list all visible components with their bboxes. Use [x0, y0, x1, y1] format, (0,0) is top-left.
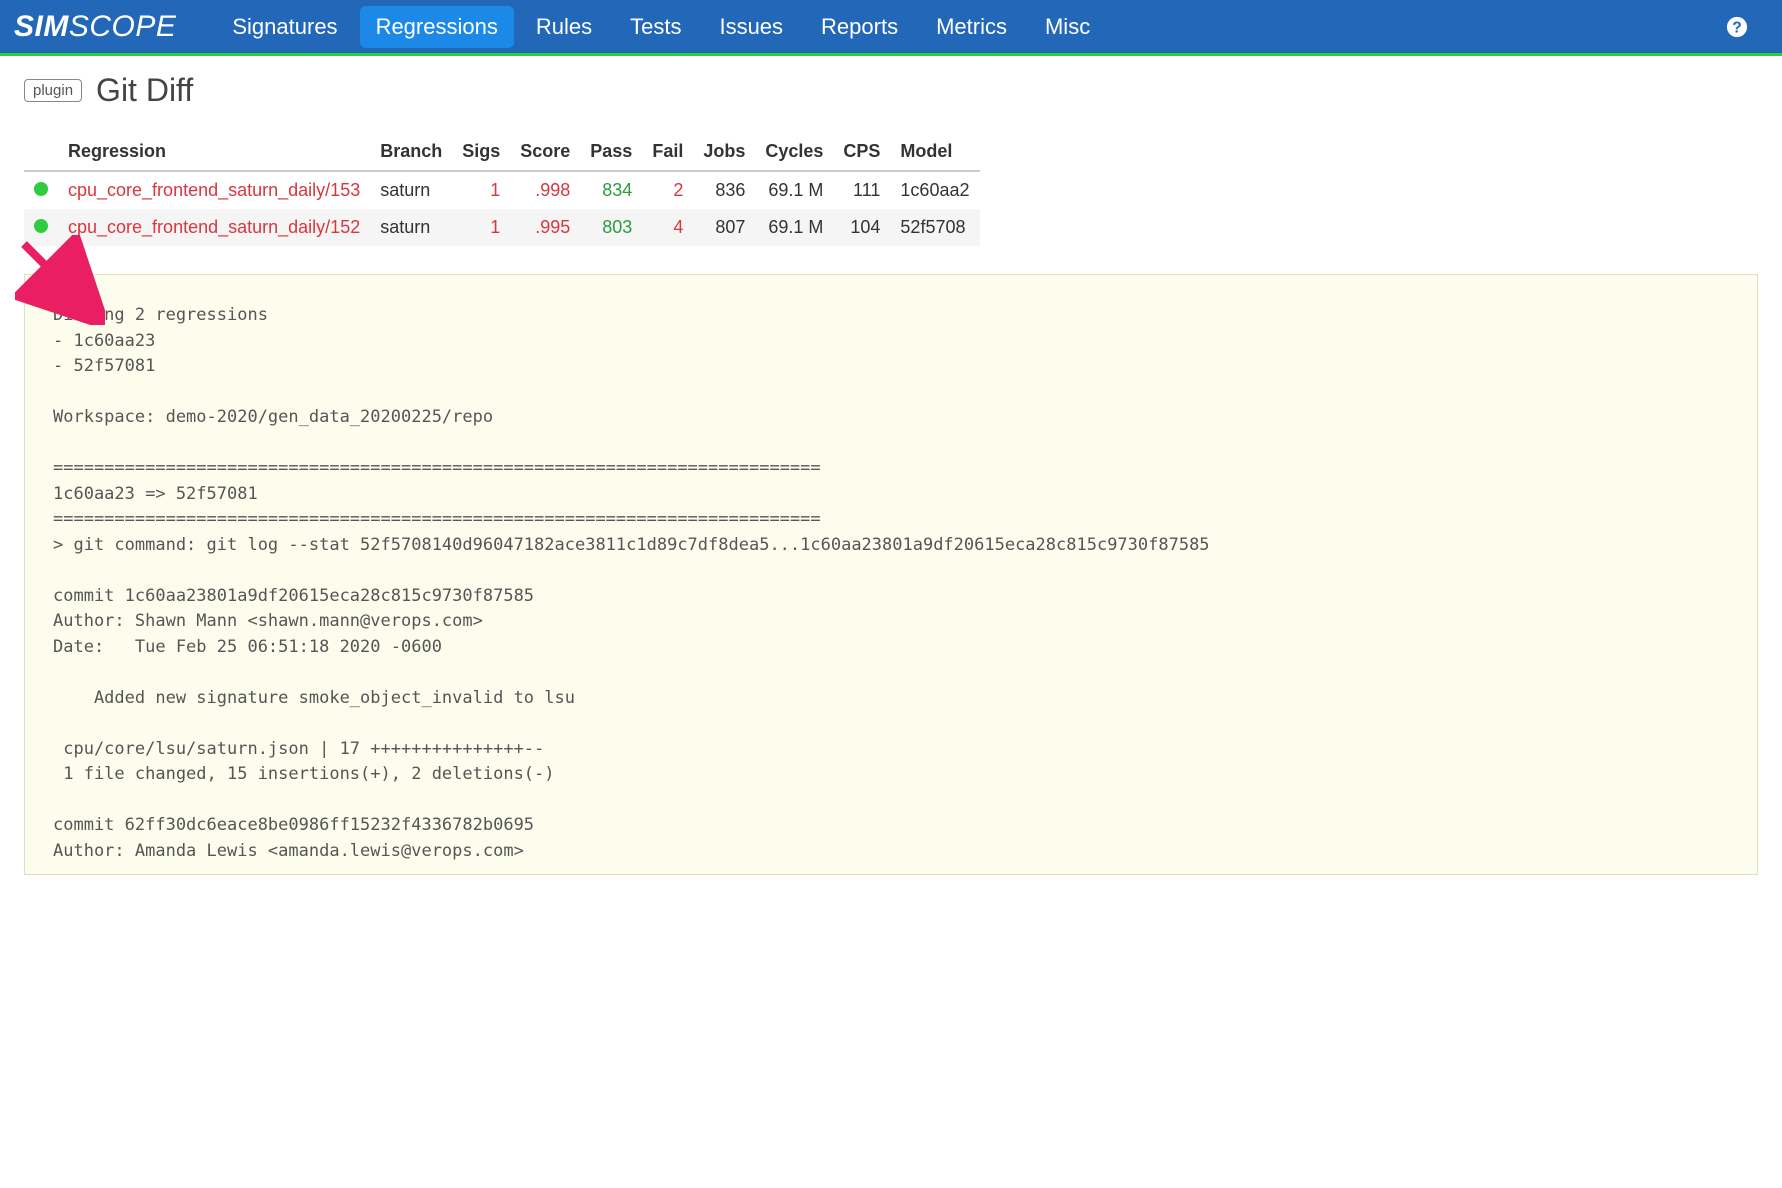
- nav-item-misc[interactable]: Misc: [1029, 6, 1106, 48]
- table-row: cpu_core_frontend_saturn_daily/152 saturn…: [24, 209, 980, 246]
- table-cell: 2: [642, 171, 693, 209]
- table-cell: 1c60aa2: [890, 171, 979, 209]
- table-cell: [24, 209, 58, 246]
- plugin-badge: plugin: [24, 79, 82, 102]
- status-dot-icon: [34, 182, 48, 196]
- table-cell: cpu_core_frontend_saturn_daily/152: [58, 209, 370, 246]
- table-cell: 111: [833, 171, 890, 209]
- nav-item-rules[interactable]: Rules: [520, 6, 608, 48]
- table-cell: .998: [510, 171, 580, 209]
- col-model: Model: [890, 133, 979, 171]
- nav-item-issues[interactable]: Issues: [703, 6, 799, 48]
- col-score: Score: [510, 133, 580, 171]
- table-cell: 4: [642, 209, 693, 246]
- table-cell: 836: [693, 171, 755, 209]
- table-cell: 104: [833, 209, 890, 246]
- logo-part2: SCOPE: [69, 10, 177, 44]
- status-dot-icon: [34, 219, 48, 233]
- table-cell: 69.1 M: [755, 209, 833, 246]
- regression-link[interactable]: cpu_core_frontend_saturn_daily/153: [68, 180, 360, 200]
- nav-item-metrics[interactable]: Metrics: [920, 6, 1023, 48]
- table-cell: 1: [452, 171, 510, 209]
- nav-item-tests[interactable]: Tests: [614, 6, 697, 48]
- table-cell: saturn: [370, 209, 452, 246]
- col-jobs: Jobs: [693, 133, 755, 171]
- logo-part1: SIM: [14, 10, 69, 44]
- logo[interactable]: SIMSCOPE: [14, 10, 176, 44]
- diff-output: Diffing 2 regressions - 1c60aa23 - 52f57…: [53, 303, 1729, 864]
- svg-text:?: ?: [1732, 19, 1742, 36]
- col-cycles: Cycles: [755, 133, 833, 171]
- page-body: plugin Git Diff Regression Branch Sigs S…: [0, 56, 1782, 899]
- table-cell: saturn: [370, 171, 452, 209]
- regression-table-wrap: Regression Branch Sigs Score Pass Fail J…: [24, 133, 924, 246]
- nav-item-regressions[interactable]: Regressions: [360, 6, 514, 48]
- nav-items: SignaturesRegressionsRulesTestsIssuesRep…: [216, 6, 1726, 48]
- top-nav: SIMSCOPE SignaturesRegressionsRulesTests…: [0, 0, 1782, 56]
- table-cell: 52f5708: [890, 209, 979, 246]
- nav-item-reports[interactable]: Reports: [805, 6, 914, 48]
- regression-link[interactable]: cpu_core_frontend_saturn_daily/152: [68, 217, 360, 237]
- col-branch: Branch: [370, 133, 452, 171]
- table-cell: cpu_core_frontend_saturn_daily/153: [58, 171, 370, 209]
- table-cell: 807: [693, 209, 755, 246]
- diff-panel: Diffing 2 regressions - 1c60aa23 - 52f57…: [24, 274, 1758, 875]
- col-sigs: Sigs: [452, 133, 510, 171]
- table-cell: [24, 171, 58, 209]
- table-cell: 803: [580, 209, 642, 246]
- table-cell: .995: [510, 209, 580, 246]
- regression-table: Regression Branch Sigs Score Pass Fail J…: [24, 133, 980, 246]
- help-icon[interactable]: ?: [1726, 16, 1748, 38]
- col-pass: Pass: [580, 133, 642, 171]
- table-cell: 834: [580, 171, 642, 209]
- col-fail: Fail: [642, 133, 693, 171]
- table-cell: 1: [452, 209, 510, 246]
- col-regression: Regression: [58, 133, 370, 171]
- nav-item-signatures[interactable]: Signatures: [216, 6, 353, 48]
- page-title: Git Diff: [96, 72, 193, 109]
- table-row: cpu_core_frontend_saturn_daily/153 saturn…: [24, 171, 980, 209]
- col-cps: CPS: [833, 133, 890, 171]
- table-cell: 69.1 M: [755, 171, 833, 209]
- title-row: plugin Git Diff: [24, 72, 1758, 109]
